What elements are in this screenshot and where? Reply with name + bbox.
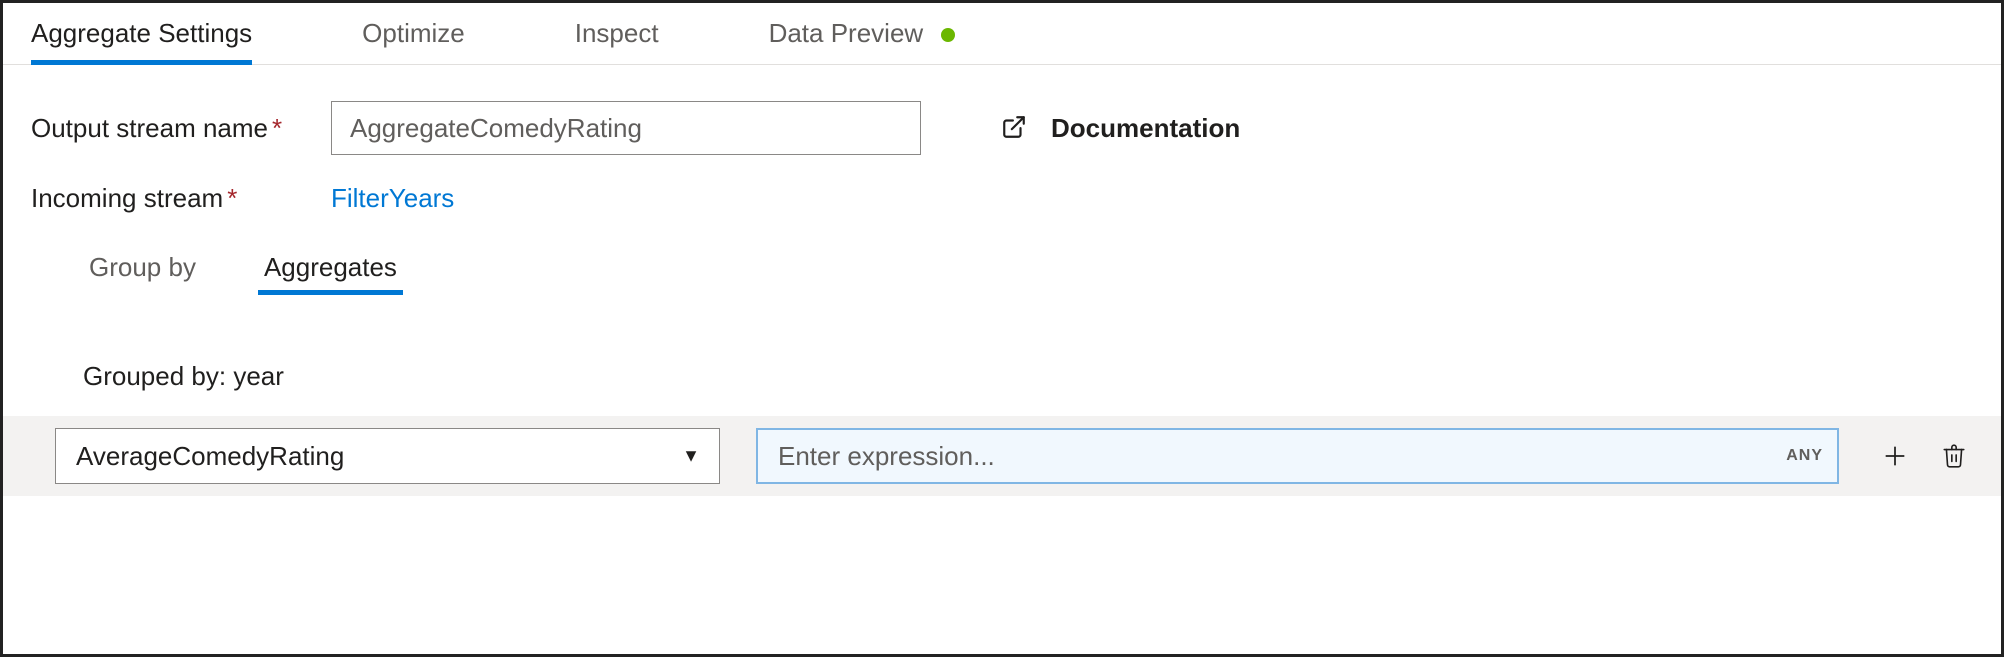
output-stream-input[interactable] <box>331 101 921 155</box>
top-tabs: Aggregate Settings Optimize Inspect Data… <box>3 3 2001 65</box>
output-stream-row: Output stream name* Documentation <box>31 101 1973 155</box>
output-stream-label: Output stream name* <box>31 113 331 144</box>
incoming-stream-link[interactable]: FilterYears <box>331 183 454 214</box>
aggregate-row: AverageComedyRating ▼ ANY <box>3 416 2001 496</box>
required-asterisk-icon: * <box>272 113 282 143</box>
form-area: Output stream name* Documentation Incomi… <box>3 65 2001 392</box>
tab-data-preview[interactable]: Data Preview <box>769 3 956 65</box>
incoming-stream-row: Incoming stream* FilterYears <box>31 183 1973 214</box>
row-actions <box>1875 436 1973 476</box>
column-dropdown-field[interactable]: AverageComedyRating <box>55 428 720 484</box>
expression-input[interactable] <box>756 428 1839 484</box>
aggregate-panel: Aggregate Settings Optimize Inspect Data… <box>0 0 2004 657</box>
expression-wrap: ANY <box>756 428 1839 484</box>
sub-tabs: Group by Aggregates <box>31 242 1973 293</box>
documentation-label: Documentation <box>1051 113 1240 144</box>
tab-inspect[interactable]: Inspect <box>575 3 659 65</box>
documentation-link[interactable]: Documentation <box>1001 113 1240 144</box>
delete-button[interactable] <box>1935 437 1973 475</box>
add-button[interactable] <box>1875 436 1915 476</box>
plus-icon <box>1881 442 1909 470</box>
status-indicator-icon <box>941 28 955 42</box>
subtab-group-by[interactable]: Group by <box>83 242 202 293</box>
incoming-stream-label: Incoming stream* <box>31 183 331 214</box>
subtab-aggregates[interactable]: Aggregates <box>258 242 403 293</box>
grouped-by-text: Grouped by: year <box>83 361 1973 392</box>
column-dropdown[interactable]: AverageComedyRating ▼ <box>55 428 720 484</box>
tab-optimize[interactable]: Optimize <box>362 3 465 65</box>
external-link-icon <box>1001 114 1027 143</box>
tab-data-preview-label: Data Preview <box>769 18 924 49</box>
trash-icon <box>1941 443 1967 469</box>
required-asterisk-icon: * <box>227 183 237 213</box>
tab-aggregate-settings[interactable]: Aggregate Settings <box>31 3 252 65</box>
